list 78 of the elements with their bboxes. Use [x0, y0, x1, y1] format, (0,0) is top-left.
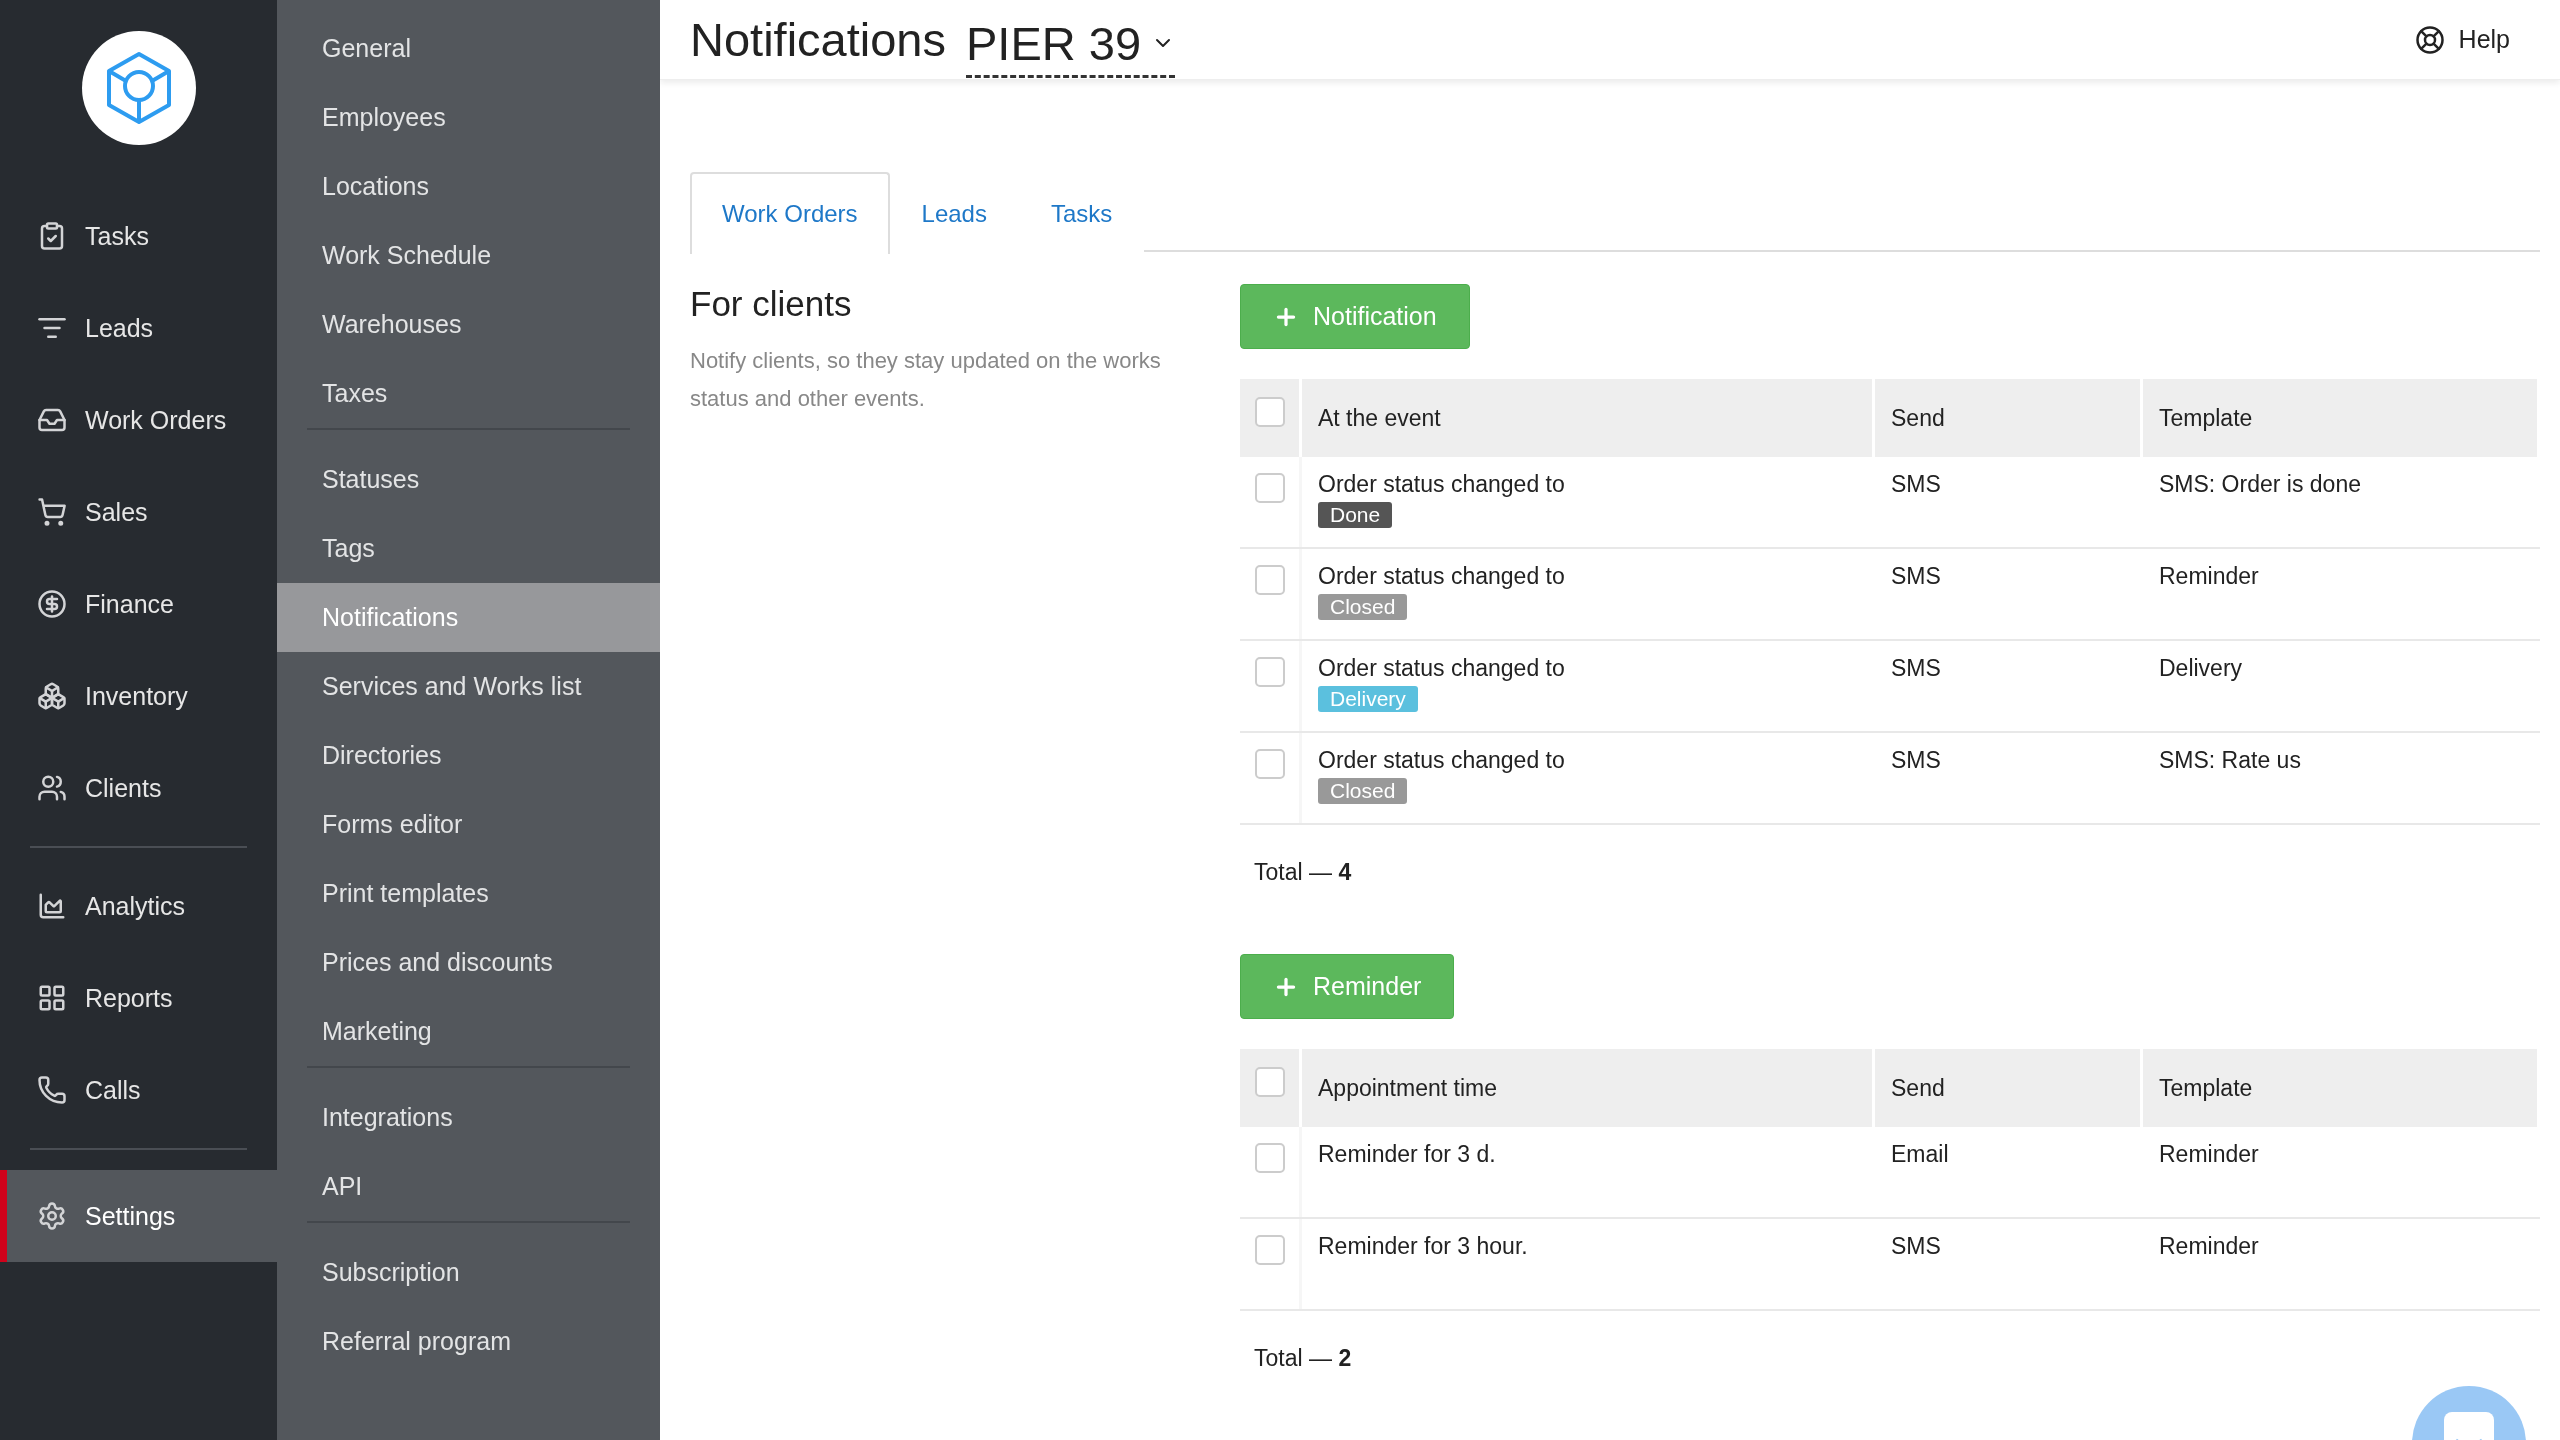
table-cell: Order status changed to	[1318, 655, 1565, 682]
boxes-icon	[37, 681, 67, 711]
cart-icon	[37, 497, 67, 527]
table-cell-text: SMS	[1890, 654, 1942, 683]
settings-menu-item[interactable]: Locations	[277, 152, 660, 221]
settings-menu-item[interactable]: Work Schedule	[277, 221, 660, 290]
checkbox[interactable]	[1254, 1143, 1285, 1173]
lifebuoy-icon	[2414, 24, 2445, 55]
nav-item[interactable]: Calls	[0, 1044, 277, 1136]
table-cell: Order status changed to	[1318, 747, 1565, 774]
nav-item[interactable]: Inventory	[0, 650, 277, 742]
settings-menu-item[interactable]: Forms editor	[277, 790, 660, 859]
table-cell-text: SMS: Order is done	[2158, 470, 2362, 499]
nav-item[interactable]: Finance	[0, 558, 277, 650]
page-title: Notifications	[690, 12, 946, 67]
settings-menu-item[interactable]: Employees	[277, 83, 660, 152]
nav-item[interactable]: Work Orders	[0, 374, 277, 466]
settings-menu-item[interactable]: Warehouses	[277, 290, 660, 359]
location-dropdown[interactable]: PIER 39	[966, 15, 1176, 78]
settings-menu-item[interactable]: Prices and discounts	[277, 928, 660, 997]
table-cell-text: SMS	[1890, 470, 1942, 499]
nav-item[interactable]: Leads	[0, 282, 277, 374]
checkbox[interactable]	[1254, 1235, 1285, 1265]
settings-menu-item[interactable]: Print templates	[277, 859, 660, 928]
status-tag: Closed	[1318, 778, 1408, 804]
status-tag: Closed	[1318, 594, 1408, 620]
phone-icon	[37, 1075, 67, 1105]
table-cell-text: Delivery	[2158, 654, 2244, 683]
settings-icon	[37, 1201, 67, 1231]
checkbox[interactable]	[1254, 473, 1285, 503]
settings-menu-item[interactable]: Marketing	[277, 997, 660, 1066]
table-cell: Order status changed to	[1318, 563, 1565, 590]
checkbox[interactable]	[1254, 565, 1285, 595]
settings-menu-item[interactable]: Taxes	[277, 359, 660, 428]
table-cell: Reminder for 3 hour.	[1318, 1233, 1528, 1260]
dollar-icon	[37, 589, 67, 619]
settings-menu-item[interactable]: Referral program	[277, 1307, 660, 1376]
table-cell-text: Reminder	[2158, 1232, 2260, 1261]
checkbox[interactable]	[1254, 657, 1285, 687]
table-cell-text: SMS	[1890, 746, 1942, 775]
table-cell-text: Reminder	[2158, 562, 2260, 591]
checkbox[interactable]	[1254, 1067, 1285, 1097]
settings-menu-item[interactable]: Subscription	[277, 1238, 660, 1307]
settings-menu-item[interactable]: Integrations	[277, 1083, 660, 1152]
settings-menu-item[interactable]: General	[277, 14, 660, 83]
logo[interactable]	[80, 30, 197, 146]
status-tag: Delivery	[1318, 686, 1418, 712]
nav-item[interactable]: Analytics	[0, 860, 277, 952]
total-count: Total — 4	[1253, 858, 1353, 886]
nav-item[interactable]: Tasks	[0, 190, 277, 282]
table-cell-text: Reminder	[2158, 1140, 2260, 1169]
tab[interactable]: Work Orders	[690, 172, 890, 254]
settings-menu-item[interactable]: Notifications	[277, 583, 660, 652]
nav-item[interactable]: Sales	[0, 466, 277, 558]
table-cell: Reminder for 3 d.	[1318, 1141, 1496, 1168]
status-tag: Done	[1318, 502, 1393, 528]
help-link[interactable]: Help	[2414, 24, 2510, 55]
table-cell-text: SMS: Rate us	[2158, 746, 2302, 775]
table-cell-text: SMS	[1890, 1232, 1942, 1261]
nav-item[interactable]: Clients	[0, 742, 277, 834]
table-cell-text: SMS	[1890, 562, 1942, 591]
settings-menu-item[interactable]: Directories	[277, 721, 660, 790]
table-cell: Order status changed to	[1318, 471, 1565, 498]
settings-menu-item[interactable]: API	[277, 1152, 660, 1221]
users-icon	[37, 773, 67, 803]
area-chart-icon	[37, 891, 67, 921]
checkbox[interactable]	[1254, 397, 1285, 427]
nav-item[interactable]: Settings	[0, 1170, 277, 1262]
checkbox[interactable]	[1254, 749, 1285, 779]
settings-menu-item[interactable]: Tags	[277, 514, 660, 583]
section-description: Notify clients, so they stay updated on the works status and other events.	[690, 347, 1162, 413]
total-count: Total — 2	[1253, 1344, 1353, 1372]
nav-item[interactable]: Reports	[0, 952, 277, 1044]
grid-icon	[37, 983, 67, 1013]
settings-menu-item[interactable]: Statuses	[277, 445, 660, 514]
settings-menu-item[interactable]: Services and Works list	[277, 652, 660, 721]
section-title: For clients	[690, 284, 853, 324]
table-cell-text: Email	[1890, 1140, 1950, 1169]
